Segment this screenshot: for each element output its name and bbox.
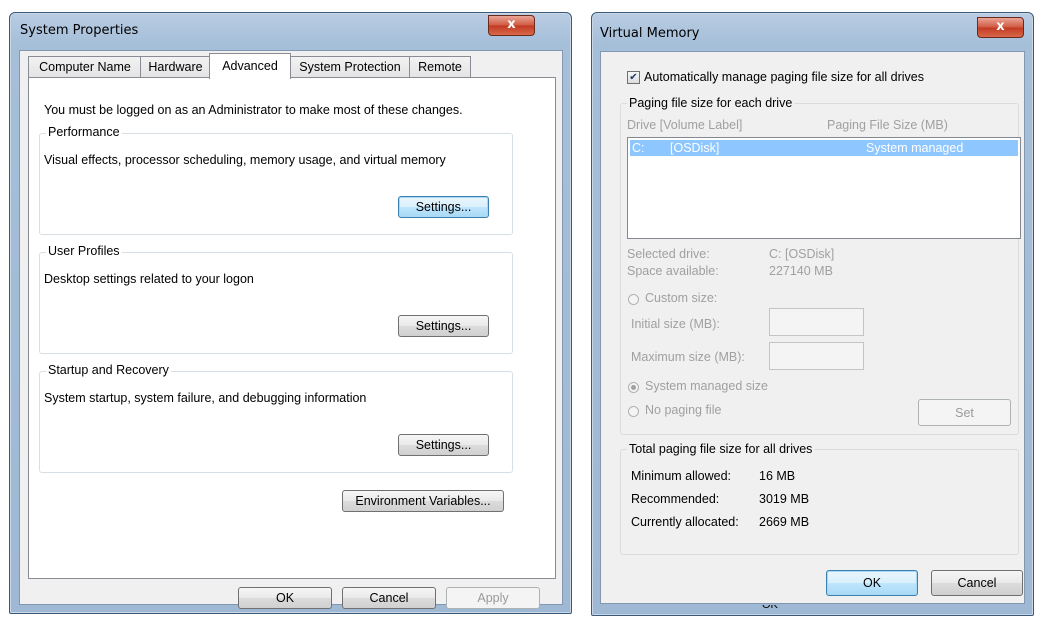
space-available-value: 227140 MB xyxy=(769,264,833,278)
totals-title: Total paging file size for all drives xyxy=(627,442,815,456)
drive-row-c[interactable]: C: [OSDisk] System managed xyxy=(630,140,1018,156)
window-title: System Properties xyxy=(20,23,139,38)
apply-button[interactable]: Apply xyxy=(446,587,540,609)
user-profiles-description: Desktop settings related to your logon xyxy=(44,272,254,286)
admin-note: You must be logged on as an Administrato… xyxy=(44,103,463,117)
tab-advanced[interactable]: Advanced xyxy=(209,53,291,79)
drive-paging-size: System managed xyxy=(866,141,964,155)
tab-system-protection[interactable]: System Protection xyxy=(289,56,411,78)
system-managed-radio[interactable] xyxy=(628,382,639,393)
maximum-size-input[interactable] xyxy=(769,342,864,370)
startup-recovery-settings-button[interactable]: Settings... xyxy=(398,434,489,456)
paging-group-title: Paging file size for each drive xyxy=(627,96,795,110)
ok-button[interactable]: OK xyxy=(238,587,332,609)
drive-volume-label: [OSDisk] xyxy=(670,141,720,155)
col-size-header: Paging File Size (MB) xyxy=(827,118,948,132)
performance-settings-button[interactable]: Settings... xyxy=(398,196,489,218)
window-title: Virtual Memory xyxy=(600,26,700,41)
currently-allocated-value: 2669 MB xyxy=(759,515,810,529)
startup-recovery-description: System startup, system failure, and debu… xyxy=(44,391,367,405)
system-properties-window: System Properties x Computer Name Hardwa… xyxy=(9,12,572,614)
col-drive-header: Drive [Volume Label] xyxy=(627,118,743,132)
virtual-memory-titlebar[interactable]: Virtual Memory x xyxy=(592,13,1033,47)
performance-description: Visual effects, processor scheduling, me… xyxy=(44,153,446,167)
background-window-strip: OK xyxy=(752,605,912,615)
virtual-memory-window: Virtual Memory x ✔ Automatically manage … xyxy=(591,12,1034,616)
minimum-allowed-label: Minimum allowed: xyxy=(631,469,732,483)
no-paging-radio[interactable] xyxy=(628,406,639,417)
performance-group: Performance Visual effects, processor sc… xyxy=(39,125,513,235)
cancel-button[interactable]: Cancel xyxy=(342,587,436,609)
cancel-button[interactable]: Cancel xyxy=(931,570,1023,596)
tab-computer-name[interactable]: Computer Name xyxy=(28,56,142,78)
space-available-label: Space available: xyxy=(627,264,719,278)
check-icon: ✔ xyxy=(629,72,638,83)
startup-recovery-title: Startup and Recovery xyxy=(46,363,171,377)
environment-variables-button[interactable]: Environment Variables... xyxy=(342,490,504,512)
user-profiles-title: User Profiles xyxy=(46,244,122,258)
recommended-label: Recommended: xyxy=(631,492,720,506)
no-paging-label: No paging file xyxy=(645,403,722,417)
set-button[interactable]: Set xyxy=(918,399,1011,426)
totals-group: Total paging file size for all drives Mi… xyxy=(620,442,1019,555)
drive-letter: C: xyxy=(632,141,645,155)
tab-hardware[interactable]: Hardware xyxy=(140,56,211,78)
currently-allocated-label: Currently allocated: xyxy=(631,515,739,529)
system-managed-label: System managed size xyxy=(645,379,768,393)
close-icon: x xyxy=(507,17,516,32)
startup-recovery-group: Startup and Recovery System startup, sys… xyxy=(39,363,513,473)
system-properties-titlebar[interactable]: System Properties x xyxy=(10,13,571,47)
initial-size-label: Initial size (MB): xyxy=(631,317,720,331)
maximum-size-label: Maximum size (MB): xyxy=(631,350,745,364)
auto-manage-label[interactable]: Automatically manage paging file size fo… xyxy=(644,70,924,84)
selected-drive-label: Selected drive: xyxy=(627,247,710,261)
performance-title: Performance xyxy=(46,125,122,139)
system-properties-client: Computer Name Hardware Advanced System P… xyxy=(19,50,563,609)
minimum-allowed-value: 16 MB xyxy=(759,469,796,483)
user-profiles-group: User Profiles Desktop settings related t… xyxy=(39,244,513,354)
ok-button[interactable]: OK xyxy=(826,570,918,596)
background-ok-label: OK xyxy=(762,605,778,611)
paging-file-group: Paging file size for each drive Drive [V… xyxy=(620,96,1021,435)
close-icon: x xyxy=(996,19,1005,34)
recommended-value: 3019 MB xyxy=(759,492,810,506)
auto-manage-checkbox[interactable]: ✔ xyxy=(627,71,640,84)
close-button[interactable]: x xyxy=(977,17,1024,38)
tab-remote[interactable]: Remote xyxy=(409,56,471,78)
close-button[interactable]: x xyxy=(488,15,535,36)
drive-list[interactable]: C: [OSDisk] System managed xyxy=(627,137,1021,239)
custom-size-label: Custom size: xyxy=(645,291,718,305)
advanced-tab-panel: You must be logged on as an Administrato… xyxy=(28,77,556,579)
user-profiles-settings-button[interactable]: Settings... xyxy=(398,315,489,337)
initial-size-input[interactable] xyxy=(769,308,864,336)
custom-size-radio[interactable] xyxy=(628,294,639,305)
selected-drive-value: C: [OSDisk] xyxy=(769,247,835,261)
virtual-memory-client: ✔ Automatically manage paging file size … xyxy=(600,51,1025,604)
